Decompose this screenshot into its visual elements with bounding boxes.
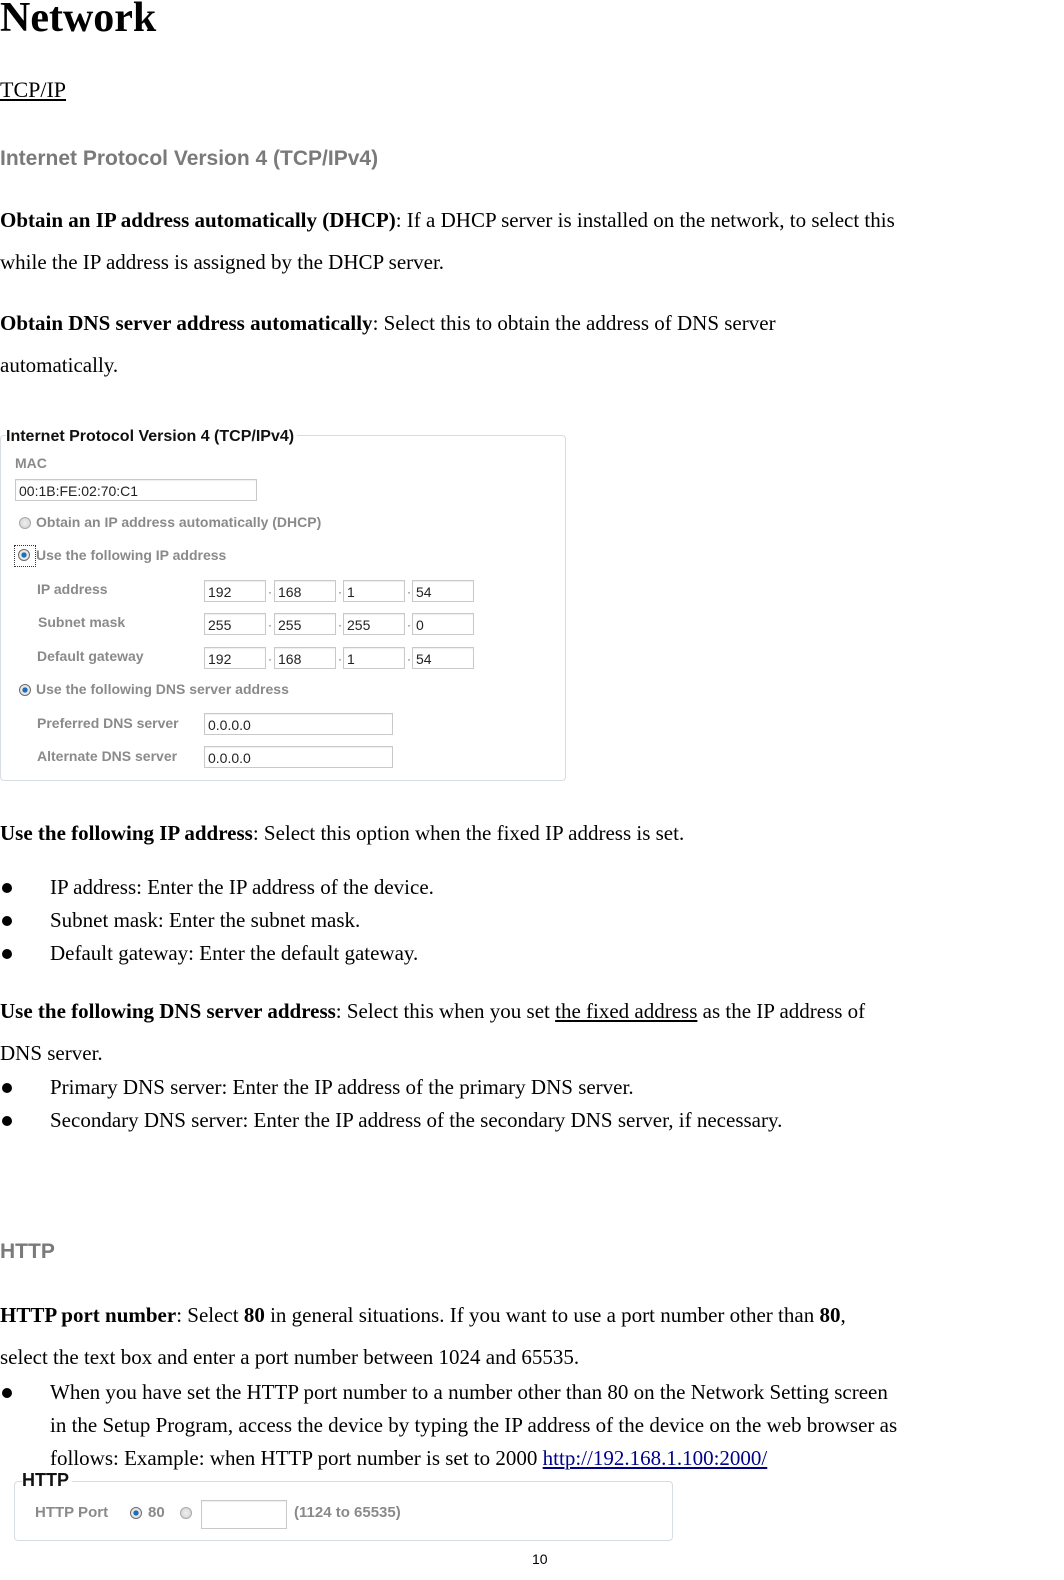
dot-separator: · <box>338 652 342 666</box>
dns-bullet-list: Primary DNS server: Enter the IP address… <box>0 1071 782 1137</box>
dhcp-paragraph: Obtain an IP address automatically (DHCP… <box>0 208 895 274</box>
ip-address-label: IP address <box>37 581 108 597</box>
list-item: When you have set the HTTP port number t… <box>0 1376 897 1475</box>
static-ip-option-label: Use the following IP address <box>36 547 227 563</box>
preferred-dns-label: Preferred DNS server <box>37 715 179 731</box>
dot-separator: · <box>407 652 411 666</box>
dot-separator: · <box>338 585 342 599</box>
dhcp-term: Obtain an IP address automatically (DHCP… <box>0 208 396 232</box>
bullet-icon <box>2 949 12 959</box>
custom-port-field[interactable] <box>201 1500 287 1529</box>
static-dns-radio[interactable] <box>19 684 31 696</box>
mac-label: MAC <box>15 455 47 471</box>
custom-port-radio[interactable] <box>180 1507 192 1519</box>
bullet-icon <box>2 1388 12 1398</box>
page-title: Network <box>0 0 157 41</box>
bullet-icon <box>2 883 12 893</box>
ip-octet-4[interactable]: 54 <box>412 580 474 602</box>
static-dns-option-label: Use the following DNS server address <box>36 681 289 697</box>
list-item: Primary DNS server: Enter the IP address… <box>0 1071 782 1104</box>
ip-octet-1[interactable]: 192 <box>204 580 266 602</box>
section-subtitle: TCP/IP <box>0 77 67 102</box>
ipv4-legend: Internet Protocol Version 4 (TCP/IPv4) <box>6 428 298 446</box>
subnet-mask-label: Subnet mask <box>38 614 126 630</box>
bullet-icon <box>2 1116 12 1126</box>
dot-separator: · <box>268 652 272 666</box>
dot-separator: · <box>268 585 272 599</box>
ipv4-heading: Internet Protocol Version 4 (TCP/IPv4) <box>0 147 379 170</box>
static-ip-paragraph: Use the following IP address: Select thi… <box>0 821 685 845</box>
dhcp-radio[interactable] <box>19 517 31 529</box>
http-bullet-list: When you have set the HTTP port number t… <box>0 1376 897 1475</box>
ip-octet-2[interactable]: 168 <box>274 580 336 602</box>
subnet-octet-3[interactable]: 255 <box>343 613 405 635</box>
subnet-octet-1[interactable]: 255 <box>204 613 266 635</box>
static-dns-term: Use the following DNS server address <box>0 999 336 1023</box>
http-port-term: HTTP port number <box>0 1303 177 1327</box>
http-heading: HTTP <box>0 1240 55 1263</box>
dot-separator: · <box>407 618 411 632</box>
list-item: Subnet mask: Enter the subnet mask. <box>0 904 434 937</box>
page-number: 10 <box>532 1551 548 1567</box>
port-80-radio[interactable] <box>130 1507 142 1519</box>
static-ip-bullet-list: IP address: Enter the IP address of the … <box>0 871 434 970</box>
http-legend: HTTP <box>22 1470 72 1491</box>
default-gateway-label: Default gateway <box>37 648 144 664</box>
subnet-octet-2[interactable]: 255 <box>274 613 336 635</box>
dns-auto-paragraph: Obtain DNS server address automatically:… <box>0 311 776 377</box>
dns-auto-term: Obtain DNS server address automatically <box>0 311 373 335</box>
port-range-hint: (1124 to 65535) <box>294 1504 401 1521</box>
gateway-octet-1[interactable]: 192 <box>204 647 266 669</box>
example-url-link[interactable]: http://192.168.1.100:2000/ <box>543 1446 768 1470</box>
mac-field[interactable]: 00:1B:FE:02:70:C1 <box>15 479 257 501</box>
subnet-octet-4[interactable]: 0 <box>412 613 474 635</box>
static-dns-paragraph: Use the following DNS server address: Se… <box>0 999 866 1065</box>
port-80-label: 80 <box>148 1504 165 1521</box>
bullet-icon <box>2 1083 12 1093</box>
http-paragraph: HTTP port number: Select 80 in general s… <box>0 1303 846 1369</box>
list-item: IP address: Enter the IP address of the … <box>0 871 434 904</box>
static-ip-radio[interactable] <box>18 549 30 561</box>
list-item: Secondary DNS server: Enter the IP addre… <box>0 1104 782 1137</box>
ip-octet-3[interactable]: 1 <box>343 580 405 602</box>
dhcp-option-label: Obtain an IP address automatically (DHCP… <box>36 514 322 530</box>
dot-separator: · <box>407 585 411 599</box>
bullet-icon <box>2 916 12 926</box>
http-port-label: HTTP Port <box>35 1504 109 1521</box>
dot-separator: · <box>268 618 272 632</box>
dot-separator: · <box>338 618 342 632</box>
list-item: Default gateway: Enter the default gatew… <box>0 937 434 970</box>
gateway-octet-3[interactable]: 1 <box>343 647 405 669</box>
gateway-octet-4[interactable]: 54 <box>412 647 474 669</box>
alternate-dns-label: Alternate DNS server <box>37 748 178 764</box>
alternate-dns-field[interactable]: 0.0.0.0 <box>204 746 393 768</box>
static-ip-term: Use the following IP address <box>0 821 253 845</box>
gateway-octet-2[interactable]: 168 <box>274 647 336 669</box>
preferred-dns-field[interactable]: 0.0.0.0 <box>204 713 393 735</box>
